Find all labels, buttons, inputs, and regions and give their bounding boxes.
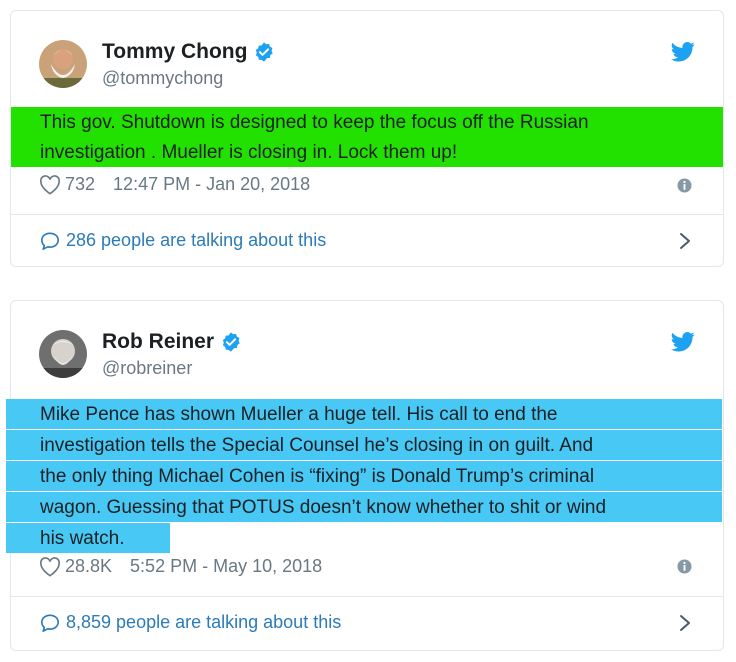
info-icon[interactable] [677, 559, 692, 574]
tweet-text-line: the only thing Michael Cohen is “fixing”… [40, 466, 595, 487]
info-icon[interactable] [677, 178, 692, 193]
verified-icon [256, 42, 274, 62]
avatar[interactable] [39, 40, 87, 88]
tweet-text-line: investigation tells the Special Counsel … [40, 435, 594, 456]
verified-icon [222, 332, 240, 352]
tweet-text-line: investigation . Mueller is closing in. L… [40, 142, 458, 163]
tweet-card-tommy-chong[interactable]: Tommy Chong @tommychong This gov. Shutdo… [10, 10, 724, 267]
tweet-timestamp[interactable]: 5:52 PM - May 10, 2018 [130, 556, 322, 577]
tweet-text[interactable]: This gov. Shutdown is designed to keep t… [40, 108, 710, 168]
author-name[interactable]: Rob Reiner [102, 330, 214, 354]
author-name-row[interactable]: Tommy Chong [102, 39, 275, 65]
tweet-text[interactable]: Mike Pence has shown Mueller a huge tell… [40, 399, 720, 554]
author-name-row[interactable]: Rob Reiner [102, 329, 242, 355]
talking-count-text[interactable]: 8,859 people are talking about this [66, 612, 341, 633]
avatar[interactable] [39, 330, 87, 378]
tweet-card-rob-reiner[interactable]: Rob Reiner @robreiner Mike Pence has sho… [6, 300, 724, 651]
talking-link[interactable]: 8,859 people are talking about this [39, 612, 341, 633]
speech-bubble-icon [41, 613, 60, 632]
like-count[interactable]: 732 [65, 174, 95, 195]
tweet-text-line: Mike Pence has shown Mueller a huge tell… [40, 404, 558, 425]
tweet-meta: 732 12:47 PM - Jan 20, 2018 [39, 174, 310, 195]
tweet-text-line: his watch. [40, 528, 125, 549]
like-count[interactable]: 28.8K [65, 556, 112, 577]
talking-link[interactable]: 286 people are talking about this [39, 230, 326, 251]
heart-icon[interactable] [39, 556, 61, 577]
author-name[interactable]: Tommy Chong [102, 40, 247, 64]
chevron-right-icon[interactable] [678, 232, 692, 250]
divider [11, 214, 723, 215]
tweet-meta: 28.8K 5:52 PM - May 10, 2018 [39, 556, 322, 577]
twitter-bird-icon[interactable] [671, 331, 695, 353]
chevron-right-icon[interactable] [678, 614, 692, 632]
talking-count-text[interactable]: 286 people are talking about this [66, 230, 326, 251]
author-handle[interactable]: @tommychong [102, 68, 223, 89]
speech-bubble-icon [41, 231, 60, 250]
twitter-bird-icon[interactable] [671, 41, 695, 63]
heart-icon[interactable] [39, 174, 61, 195]
tweet-text-line: This gov. Shutdown is designed to keep t… [40, 112, 589, 133]
tweet-text-line: wagon. Guessing that POTUS doesn’t know … [40, 497, 607, 518]
author-handle[interactable]: @robreiner [102, 358, 192, 379]
tweet-timestamp[interactable]: 12:47 PM - Jan 20, 2018 [113, 174, 310, 195]
divider [11, 596, 723, 597]
